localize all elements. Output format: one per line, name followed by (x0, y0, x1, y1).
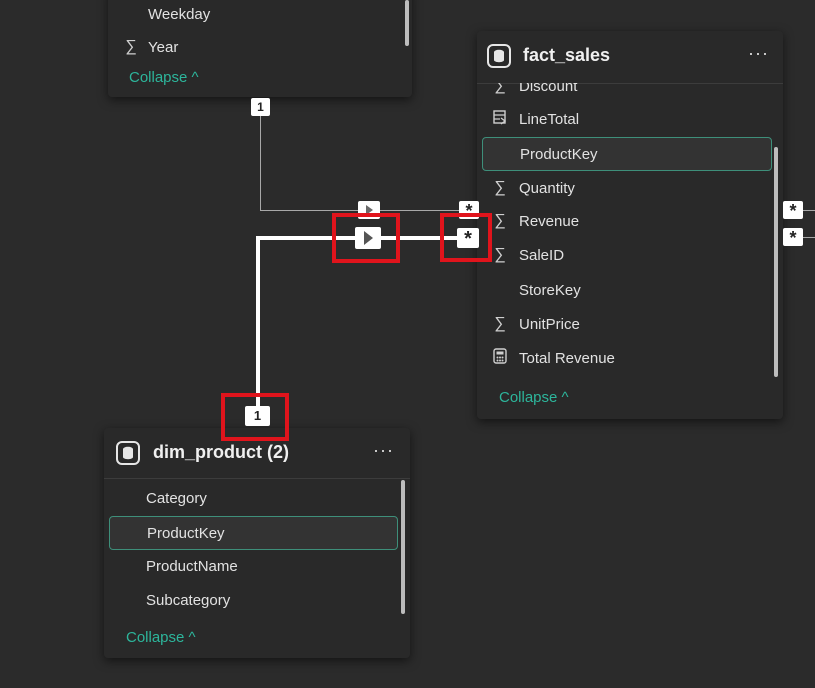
field-discount[interactable]: ∑ Discount (477, 83, 773, 95)
scrollbar[interactable] (405, 0, 409, 46)
field-weekday[interactable]: Weekday (108, 0, 402, 30)
table-icon (487, 44, 511, 68)
highlight-box (332, 213, 400, 263)
sum-icon: ∑ (494, 315, 506, 332)
collapse-button[interactable]: Collapse ^ (499, 389, 569, 406)
cardinality-one-badge[interactable]: 1 (251, 98, 270, 116)
sum-icon: ∑ (494, 246, 506, 263)
date-table-card[interactable]: Weekday ∑ Year Collapse ^ (108, 0, 412, 97)
relationship-line-right-1 (802, 210, 815, 211)
collapse-button[interactable]: Collapse ^ (126, 629, 196, 646)
field-label: Subcategory (146, 591, 231, 609)
field-productname[interactable]: ProductName (104, 550, 400, 582)
field-year[interactable]: ∑ Year (108, 31, 402, 63)
field-linetotal[interactable]: LineTotal (477, 103, 773, 135)
calculator-icon (491, 347, 509, 369)
sum-icon: ∑ (494, 212, 506, 229)
field-total-revenue[interactable]: Total Revenue (477, 342, 773, 374)
chevron-up-icon: ^ (561, 389, 569, 406)
cardinality-many-badge[interactable]: * (783, 201, 803, 221)
field-label: LineTotal (519, 110, 580, 128)
collapse-button[interactable]: Collapse ^ (129, 69, 199, 86)
chevron-up-icon: ^ (188, 629, 196, 646)
relationship-line-top-vertical (260, 116, 261, 211)
field-label: Weekday (148, 5, 211, 23)
field-label: ProductKey (520, 145, 598, 163)
field-label: Quantity (519, 179, 575, 197)
field-label: Category (146, 489, 207, 507)
field-productkey[interactable]: ProductKey (109, 516, 398, 550)
card-title: dim_product (2) (153, 442, 290, 462)
field-subcategory[interactable]: Subcategory (104, 584, 400, 616)
field-label: Revenue (519, 212, 580, 230)
sum-icon: ∑ (494, 83, 506, 94)
field-label: ProductName (146, 557, 238, 575)
scrollbar[interactable] (774, 147, 778, 377)
fact-sales-card[interactable]: fact_sales ··· ∑ Discount LineTotal Prod… (477, 31, 783, 419)
highlight-box (221, 393, 289, 441)
collapse-label: Collapse (126, 629, 185, 646)
column-function-icon (491, 109, 509, 130)
field-label: ProductKey (147, 524, 225, 542)
field-label: Year (148, 38, 179, 56)
relationship-line-active-vertical (256, 236, 260, 406)
table-icon (116, 441, 140, 465)
collapse-label: Collapse (129, 69, 188, 86)
field-label: Total Revenue (519, 349, 615, 367)
field-unitprice[interactable]: ∑ UnitPrice (477, 308, 773, 340)
dim-product-card[interactable]: dim_product (2) ··· Category ProductKey … (104, 428, 410, 658)
chevron-up-icon: ^ (191, 69, 199, 86)
scrollbar[interactable] (401, 480, 405, 614)
card-header[interactable]: fact_sales ··· (477, 31, 783, 84)
more-options-icon[interactable]: ··· (748, 43, 769, 64)
field-productkey[interactable]: ProductKey (482, 137, 772, 171)
more-options-icon[interactable]: ··· (373, 440, 394, 461)
card-title: fact_sales (523, 45, 611, 65)
field-label: Discount (519, 83, 578, 95)
field-quantity[interactable]: ∑ Quantity (477, 172, 773, 204)
collapse-label: Collapse (499, 389, 558, 406)
field-revenue[interactable]: ∑ Revenue (477, 205, 773, 237)
field-saleid[interactable]: ∑ SaleID (477, 239, 773, 271)
field-storekey[interactable]: StoreKey (477, 274, 773, 306)
cardinality-many-badge[interactable]: * (783, 228, 803, 248)
field-label: UnitPrice (519, 315, 580, 333)
field-label: SaleID (519, 246, 565, 264)
sum-icon: ∑ (494, 179, 506, 196)
field-label: StoreKey (519, 281, 581, 299)
sum-icon: ∑ (125, 38, 137, 55)
relationship-line-right-2 (802, 237, 815, 238)
field-category[interactable]: Category (104, 482, 400, 514)
highlight-box (440, 213, 492, 262)
